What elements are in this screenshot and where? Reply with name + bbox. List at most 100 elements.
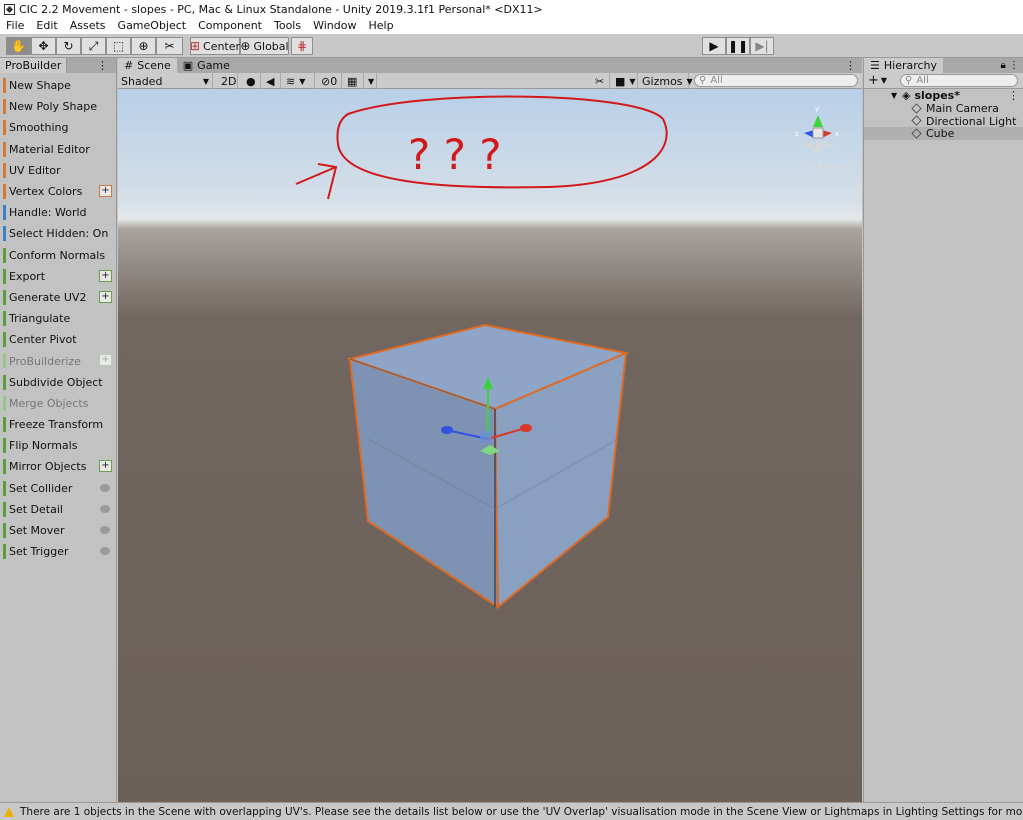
- probuilder-action-merge-objects[interactable]: Merge Objects: [0, 393, 116, 414]
- probuilder-action-set-detail[interactable]: Set Detail: [0, 499, 116, 520]
- status-bar[interactable]: There are 1 objects in the Scene with ov…: [0, 802, 1023, 820]
- probuilder-action-conform-normals[interactable]: Conform Normals: [0, 245, 116, 266]
- probuilder-action-mirror-objects[interactable]: Mirror Objects +: [0, 456, 116, 477]
- custom-tool-button[interactable]: ✂: [156, 37, 183, 55]
- probuilder-action-subdivide-object[interactable]: Subdivide Object: [0, 372, 116, 393]
- kebab-menu-icon[interactable]: ⋮: [1008, 89, 1019, 102]
- probuilder-action-new-shape[interactable]: New Shape: [0, 75, 116, 96]
- hierarchy-search-input[interactable]: ⚲ All: [900, 74, 1018, 87]
- tab-game[interactable]: ▣ Game: [177, 58, 236, 73]
- move-icon: ✥: [38, 39, 49, 53]
- grid-dropdown[interactable]: ▼: [365, 73, 377, 89]
- tab-probuilder[interactable]: ProBuilder: [0, 58, 68, 73]
- probuilder-action-flip-normals[interactable]: Flip Normals: [0, 435, 116, 456]
- options-plus-icon[interactable]: +: [99, 354, 112, 367]
- mode-2d-toggle[interactable]: 2D: [218, 73, 238, 89]
- status-message: There are 1 objects in the Scene with ov…: [20, 805, 1023, 818]
- expand-arrow-icon[interactable]: ▼: [891, 91, 897, 100]
- probuilder-action-new-poly-shape[interactable]: New Poly Shape: [0, 96, 116, 117]
- grid-icon: ▦: [347, 74, 358, 88]
- rect-tool-button[interactable]: ⬚: [106, 37, 131, 55]
- scene-kebab-icon[interactable]: ⋮: [845, 58, 856, 73]
- camera-dropdown[interactable]: ■ ▼: [612, 73, 638, 89]
- probuilder-action-vertex-colors[interactable]: Vertex Colors +: [0, 181, 116, 202]
- tab-scene[interactable]: # Scene: [118, 58, 177, 73]
- pivot-mode-toggle[interactable]: ⊞ Center: [190, 37, 240, 55]
- hierarchy-item-directional-light[interactable]: Directional Light: [864, 115, 1023, 128]
- menu-help[interactable]: Help: [362, 18, 399, 34]
- lock-icon[interactable]: 🔒︎ ⋮: [1001, 58, 1020, 73]
- probuilder-action-generate-uv2[interactable]: Generate UV2 +: [0, 287, 116, 308]
- svg-text:y: y: [815, 105, 819, 113]
- menu-tools[interactable]: Tools: [268, 18, 307, 34]
- step-button[interactable]: ▶|: [750, 37, 774, 55]
- menu-gameobject[interactable]: GameObject: [112, 18, 193, 34]
- move-tool-button[interactable]: ✥: [31, 37, 56, 55]
- probuilder-action-probuilderize[interactable]: ProBuilderize +: [0, 350, 116, 371]
- options-plus-icon[interactable]: +: [99, 269, 112, 282]
- options-plus-icon[interactable]: +: [99, 290, 112, 303]
- probuilder-action-center-pivot[interactable]: Center Pivot: [0, 329, 116, 350]
- caret-down-icon[interactable]: ▼: [881, 76, 887, 85]
- hierarchy-item-main-camera[interactable]: Main Camera: [864, 102, 1023, 115]
- window-titlebar: CIC 2.2 Movement - slopes - PC, Mac & Li…: [0, 0, 1023, 18]
- eye-icon[interactable]: [100, 504, 110, 513]
- eye-icon[interactable]: [100, 547, 110, 556]
- probuilder-action-triangulate[interactable]: Triangulate: [0, 308, 116, 329]
- hand-tool-button[interactable]: ✋: [6, 37, 31, 55]
- probuilder-action-set-collider[interactable]: Set Collider: [0, 478, 116, 499]
- probuilder-action-set-mover[interactable]: Set Mover: [0, 520, 116, 541]
- kebab-menu-icon[interactable]: ⋮: [97, 58, 108, 73]
- probuilder-action-label: Generate UV2: [9, 290, 87, 304]
- probuilder-action-export[interactable]: Export +: [0, 266, 116, 287]
- probuilder-action-material-editor[interactable]: Material Editor: [0, 139, 116, 160]
- probuilder-action-set-trigger[interactable]: Set Trigger: [0, 541, 116, 562]
- hierarchy-item-cube[interactable]: Cube: [864, 127, 1023, 140]
- probuilder-action-label: Set Collider: [9, 481, 73, 495]
- probuilder-action-label: Vertex Colors: [9, 185, 83, 199]
- menu-window[interactable]: Window: [307, 18, 362, 34]
- eye-icon[interactable]: [100, 525, 110, 534]
- hidden-objects-toggle[interactable]: ⊘ 0: [318, 73, 342, 89]
- gameobject-icon: [911, 115, 922, 127]
- scale-tool-button[interactable]: ⤢: [81, 37, 106, 55]
- scene-viewport[interactable]: ? ? ? y z x < Persp: [118, 89, 862, 802]
- cube-object[interactable]: [346, 323, 630, 610]
- scene-toolbar: Shaded ▼ 2D ● ◀ ≋ ▼ ⊘ 0 ▦ ▼ ✂ ■ ▼ Gizmos ▼ …: [118, 73, 862, 89]
- effects-icon: ≋: [286, 74, 296, 88]
- options-plus-icon[interactable]: +: [99, 184, 112, 197]
- category-stripe: [3, 374, 6, 390]
- snap-toggle[interactable]: ⋕: [291, 37, 313, 55]
- hierarchy-scene-row[interactable]: ▼ ◈ slopes* ⋮: [864, 89, 1023, 102]
- probuilder-action-handle-world[interactable]: Handle: World: [0, 202, 116, 223]
- scene-search-input[interactable]: ⚲ All: [694, 74, 858, 87]
- draw-mode-dropdown[interactable]: Shaded ▼: [118, 73, 213, 89]
- menu-file[interactable]: File: [0, 18, 30, 34]
- probuilder-action-freeze-transform[interactable]: Freeze Transform: [0, 414, 116, 435]
- scene-tools-button[interactable]: ✂: [592, 73, 610, 89]
- pause-button[interactable]: ❚❚: [726, 37, 750, 55]
- pivot-space-toggle[interactable]: ⊕ Global: [240, 37, 289, 55]
- projection-label[interactable]: < Persp: [808, 162, 843, 172]
- category-stripe: [3, 522, 6, 538]
- gizmos-dropdown[interactable]: Gizmos ▼: [639, 73, 693, 89]
- audio-toggle[interactable]: ◀: [263, 73, 281, 89]
- effects-dropdown[interactable]: ≋ ▼: [283, 73, 315, 89]
- probuilder-action-smoothing[interactable]: Smoothing: [0, 117, 116, 138]
- tab-hierarchy[interactable]: ☰ Hierarchy: [864, 58, 944, 73]
- probuilder-action-select-hidden-on[interactable]: Select Hidden: On: [0, 223, 116, 244]
- menu-assets[interactable]: Assets: [64, 18, 112, 34]
- rotate-tool-button[interactable]: ↻: [56, 37, 81, 55]
- probuilder-action-uv-editor[interactable]: UV Editor: [0, 160, 116, 181]
- menu-edit[interactable]: Edit: [30, 18, 63, 34]
- eye-icon[interactable]: [100, 483, 110, 492]
- lighting-toggle[interactable]: ●: [243, 73, 261, 89]
- pivot-mode-label: Center: [203, 39, 241, 53]
- grid-toggle[interactable]: ▦: [344, 73, 364, 89]
- options-plus-icon[interactable]: +: [99, 460, 112, 473]
- transform-tool-button[interactable]: ⊕: [131, 37, 156, 55]
- play-button[interactable]: ▶: [702, 37, 726, 55]
- add-icon[interactable]: +: [868, 73, 879, 88]
- orientation-gizmo[interactable]: y z x: [794, 103, 842, 171]
- menu-component[interactable]: Component: [192, 18, 268, 34]
